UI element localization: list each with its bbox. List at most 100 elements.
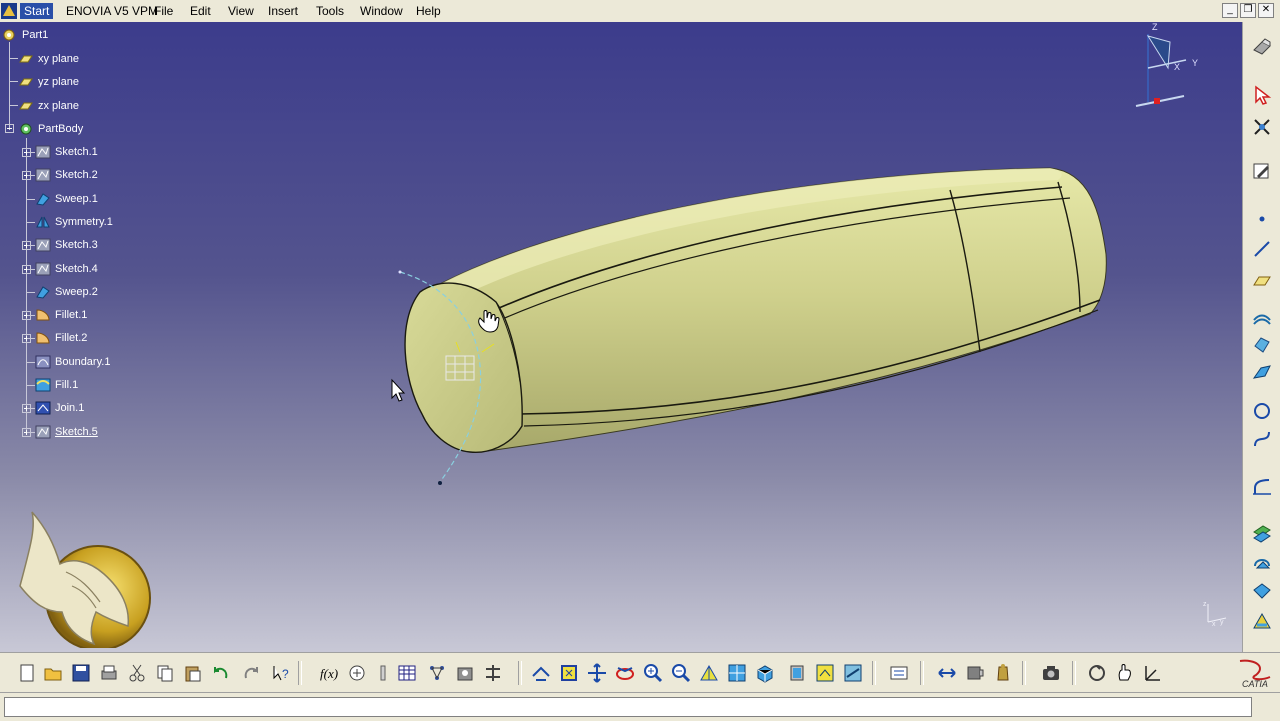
tree-item-xy-plane[interactable]: xy plane	[18, 50, 79, 68]
undo-icon[interactable]	[210, 662, 232, 684]
open-icon[interactable]	[42, 662, 64, 684]
command-input[interactable]	[4, 697, 1252, 717]
law-icon[interactable]	[372, 662, 394, 684]
line-icon[interactable]	[1251, 238, 1273, 260]
tree-item-sketch-2[interactable]: Sketch.2	[35, 166, 98, 184]
tree-label: Sweep.1	[55, 192, 98, 205]
compass-x-label: X	[1174, 62, 1180, 72]
fit-all-icon[interactable]	[558, 662, 580, 684]
zoom-in-icon[interactable]	[642, 662, 664, 684]
window-controls: _ ❐ ✕	[1220, 3, 1274, 18]
hierarchy-icon[interactable]	[482, 662, 504, 684]
axis-system-icon[interactable]	[1114, 662, 1136, 684]
new-icon[interactable]	[16, 662, 38, 684]
collapse-partbody-icon[interactable]	[5, 124, 14, 133]
tree-item-fill-1[interactable]: Fill.1	[35, 376, 78, 394]
whats-this-icon[interactable]: ?	[270, 662, 292, 684]
render-icon[interactable]	[1251, 36, 1273, 58]
fly-icon[interactable]	[530, 662, 552, 684]
restore-button[interactable]: ❐	[1240, 3, 1256, 18]
hide-show-icon[interactable]	[814, 662, 836, 684]
menu-insert[interactable]: Insert	[264, 3, 302, 19]
fill-surface-icon[interactable]	[1251, 580, 1273, 602]
tree-item-sketch-3[interactable]: Sketch.3	[35, 236, 98, 254]
menu-start[interactable]: Start	[20, 3, 54, 19]
analysis-icon[interactable]	[936, 662, 958, 684]
multi-view-icon[interactable]	[726, 662, 748, 684]
tree-item-partbody[interactable]: PartBody	[18, 120, 83, 138]
menu-tools[interactable]: Tools	[312, 3, 348, 19]
tree-root-part[interactable]: Part1	[2, 26, 48, 44]
sweep-surface-icon[interactable]	[1251, 362, 1273, 384]
paste-icon[interactable]	[182, 662, 204, 684]
manipulation-icon[interactable]	[1086, 662, 1108, 684]
menu-view[interactable]: View	[224, 3, 258, 19]
tree-item-sketch-5[interactable]: Sketch.5	[35, 423, 98, 441]
formula-icon[interactable]: f(x)	[318, 662, 340, 684]
measure-icon[interactable]	[888, 662, 910, 684]
extrude-icon[interactable]	[1251, 308, 1273, 330]
revolve-icon[interactable]	[1251, 334, 1273, 356]
rotate-view-icon[interactable]	[614, 662, 636, 684]
tree-item-join-1[interactable]: Join.1	[35, 399, 84, 417]
save-icon[interactable]	[70, 662, 92, 684]
sketcher-icon[interactable]	[1251, 160, 1273, 182]
copy-icon[interactable]	[154, 662, 176, 684]
axis-triad-icon: z x y	[1203, 601, 1227, 628]
iso-view-icon[interactable]	[754, 662, 776, 684]
table-icon[interactable]	[396, 662, 418, 684]
zoom-out-icon[interactable]	[670, 662, 692, 684]
offset-icon[interactable]	[1251, 522, 1273, 544]
tree-label: Sketch.3	[55, 239, 98, 252]
shading-icon[interactable]	[786, 662, 808, 684]
workbench-emblem-icon[interactable]	[10, 508, 160, 648]
rotate-icon[interactable]	[1251, 552, 1273, 574]
tree-label: Fillet.1	[55, 309, 88, 322]
catia-app-icon[interactable]	[0, 2, 18, 20]
tree-item-sketch-4[interactable]: Sketch.4	[35, 260, 98, 278]
tree-item-fillet-2[interactable]: Fillet.2	[35, 329, 87, 347]
tree-item-boundary-1[interactable]: Boundary.1	[35, 353, 110, 371]
tree-label: Join.1	[55, 402, 85, 415]
minimize-button[interactable]: _	[1222, 3, 1238, 18]
tree-item-sweep-1[interactable]: Sweep.1	[35, 190, 98, 208]
normal-view-icon[interactable]	[698, 662, 720, 684]
print-icon[interactable]	[98, 662, 120, 684]
update-icon[interactable]	[1040, 662, 1062, 684]
menu-window[interactable]: Window	[356, 3, 407, 19]
pan-icon[interactable]	[586, 662, 608, 684]
3d-viewport[interactable]: Part1 xy plane yz plane zx plane PartBod…	[0, 22, 1242, 652]
point-icon[interactable]	[1251, 208, 1273, 230]
swap-icon[interactable]	[842, 662, 864, 684]
tree-item-symmetry-1[interactable]: Symmetry.1	[35, 213, 113, 231]
menu-file[interactable]: File	[150, 3, 177, 19]
knowledge-icon[interactable]	[346, 662, 368, 684]
tree-item-zx-plane[interactable]: zx plane	[18, 97, 79, 115]
snap-icon[interactable]	[1251, 116, 1273, 138]
mini-axis-x-label: x	[1212, 621, 1216, 628]
part-geometry[interactable]	[0, 22, 1242, 652]
tree-item-sweep-2[interactable]: Sweep.2	[35, 283, 98, 301]
menu-enovia[interactable]: ENOVIA V5 VPM	[62, 3, 162, 19]
menu-edit[interactable]: Edit	[186, 3, 215, 19]
circle-icon[interactable]	[1251, 400, 1273, 422]
compass-icon[interactable]: Z Y X	[1130, 22, 1200, 112]
select-arrow-icon[interactable]	[1251, 84, 1273, 106]
capture-icon[interactable]	[992, 662, 1014, 684]
close-button[interactable]: ✕	[1258, 3, 1274, 18]
join-icon	[35, 401, 51, 415]
menu-help[interactable]: Help	[412, 3, 445, 19]
redo-icon[interactable]	[240, 662, 262, 684]
parameters-icon[interactable]	[426, 662, 448, 684]
tree-item-fillet-1[interactable]: Fillet.1	[35, 306, 87, 324]
spec-tree-icon[interactable]	[1142, 662, 1164, 684]
cut-icon[interactable]	[126, 662, 148, 684]
spline-icon[interactable]	[1251, 428, 1273, 450]
plane-icon[interactable]	[1251, 270, 1273, 292]
tree-item-yz-plane[interactable]: yz plane	[18, 73, 79, 91]
blend-icon[interactable]	[1251, 610, 1273, 632]
catalog-icon[interactable]	[454, 662, 476, 684]
tree-item-sketch-1[interactable]: Sketch.1	[35, 143, 98, 161]
corner-icon[interactable]	[1251, 476, 1273, 498]
mass-icon[interactable]	[964, 662, 986, 684]
